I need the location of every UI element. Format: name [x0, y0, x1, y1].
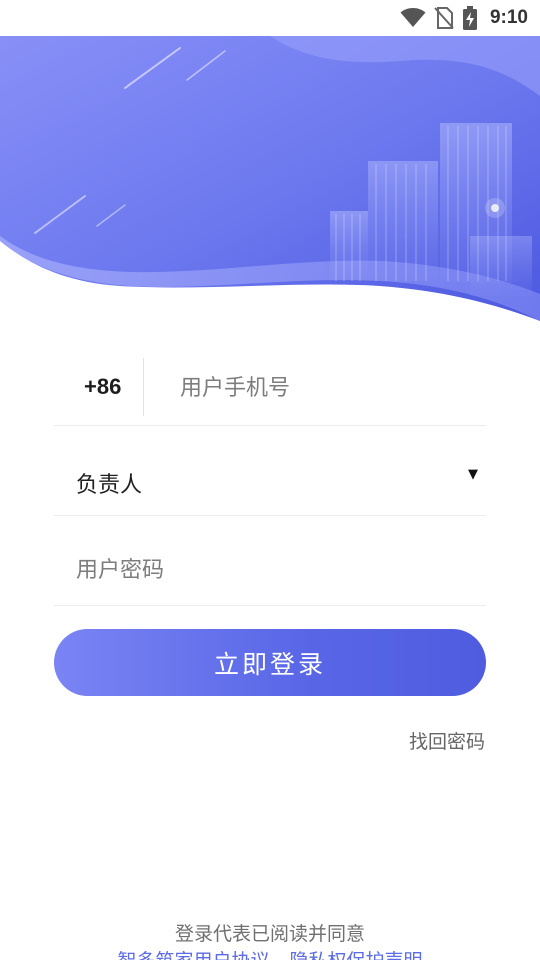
- no-sim-icon: [434, 7, 454, 29]
- agreement-text: 登录代表已阅读并同意: [174, 923, 365, 945]
- status-time: 9:10: [489, 7, 528, 28]
- user-agreement-link[interactable]: 智多筑家用户协议: [117, 950, 269, 960]
- divider: [143, 358, 144, 416]
- policy-links: 智多筑家用户协议 隐私权保护声明: [0, 946, 540, 960]
- header-banner: [0, 36, 540, 336]
- password-row: [54, 534, 486, 606]
- caret-down-icon: ▼: [468, 467, 478, 482]
- login-button[interactable]: 立即登录: [54, 629, 486, 696]
- wifi-icon: [400, 8, 426, 28]
- phone-row: +86: [54, 350, 486, 426]
- status-icons: 9:10: [400, 5, 528, 31]
- privacy-policy-link[interactable]: 隐私权保护声明: [290, 950, 423, 960]
- password-input[interactable]: [76, 550, 466, 590]
- forgot-password-link[interactable]: 找回密码: [409, 727, 485, 754]
- battery-charging-icon: [462, 6, 478, 30]
- role-value: 负责人: [76, 473, 143, 498]
- banner-illustration: [0, 36, 540, 321]
- role-select[interactable]: 负责人 ▼: [54, 445, 486, 516]
- phone-input[interactable]: [180, 368, 480, 408]
- status-bar: 9:10: [0, 0, 540, 36]
- country-code[interactable]: +86: [84, 374, 121, 400]
